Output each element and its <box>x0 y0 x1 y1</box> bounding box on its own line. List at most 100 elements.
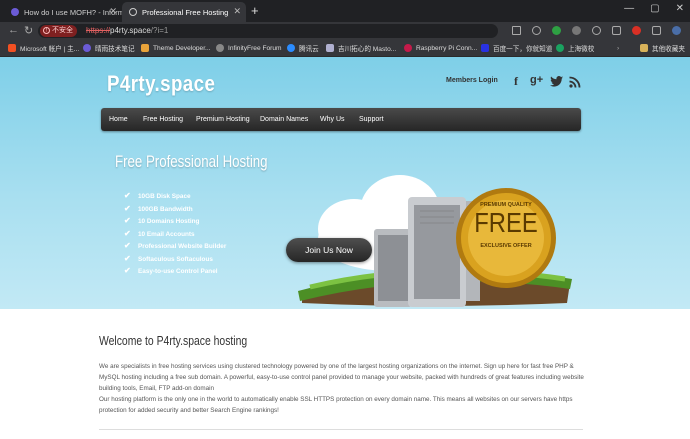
badge-main-text: FREE <box>474 207 538 238</box>
tab-title: How do I use MOFH? - Informal <box>24 7 122 17</box>
tab-mofh[interactable]: How do I use MOFH? - Informal ✕ <box>4 2 122 22</box>
bookmark-label: Microsoft 帐户 | 主... <box>20 46 80 53</box>
paragraph-ssl: Our hosting platform is the only one in … <box>99 396 573 414</box>
extension-gray-icon[interactable] <box>572 26 581 35</box>
microsoft-icon <box>8 44 16 52</box>
nav-support[interactable]: Support <box>359 108 384 131</box>
feature-label: Professional Website Builder <box>138 243 227 250</box>
minimize-icon[interactable]: — <box>624 3 634 14</box>
collections-icon[interactable] <box>612 26 621 35</box>
bookmark-baidu[interactable]: 百度一下，你就知道 <box>481 40 552 56</box>
close-window-icon[interactable]: ✕ <box>676 3 684 14</box>
back-icon[interactable]: ← <box>8 24 19 36</box>
checkmark-icon: ✔ <box>124 253 131 263</box>
favorites-icon[interactable] <box>592 26 601 35</box>
bookmark-shanghai-weixiao[interactable]: 上海微校 <box>556 40 594 56</box>
bookmark-infinityfree-forum[interactable]: InfinityFree Forum <box>216 40 282 56</box>
members-login-link[interactable]: Members Login <box>446 77 498 84</box>
google-plus-icon[interactable]: g+ <box>530 74 543 86</box>
feature-item: ✔ 10GB Disk Space <box>124 191 226 206</box>
checkmark-icon: ✔ <box>124 241 131 250</box>
intro-paragraph: We are specialists in free hosting servi… <box>99 361 591 416</box>
maximize-icon[interactable]: ▢ <box>650 3 659 14</box>
close-tab-icon[interactable]: ✕ <box>109 6 117 17</box>
feature-label: 10 Domains Hosting <box>138 218 200 225</box>
bookmarks-bar: Microsoft 帐户 | 主... 晴雨技术笔记 Theme Develop… <box>0 40 690 57</box>
tab-strip: How do I use MOFH? - Informal ✕ Professi… <box>0 0 690 22</box>
folder-icon <box>640 44 648 52</box>
reader-mode-icon[interactable] <box>512 26 521 35</box>
feature-item: ✔ 10 Domains Hosting <box>124 216 226 231</box>
feature-item: ✔ Professional Website Builder <box>124 241 227 256</box>
bookmark-label: 上海微校 <box>568 46 595 53</box>
hero-section: P4rty.space Members Login f g+ Home Free… <box>0 57 690 309</box>
url-protocol: https:// <box>86 26 111 35</box>
hero-title: Free Professional Hosting <box>115 152 268 171</box>
nav-domain-names[interactable]: Domain Names <box>260 108 308 131</box>
page-viewport: P4rty.space Members Login f g+ Home Free… <box>0 57 690 439</box>
warning-icon: ! <box>43 27 50 34</box>
bookmarks-overflow-chevron-icon[interactable]: › <box>617 40 619 56</box>
other-bookmarks[interactable]: 其他收藏夹 <box>640 40 685 56</box>
extension-green-icon[interactable] <box>552 26 561 35</box>
extensions-puzzle-icon[interactable] <box>652 26 661 35</box>
browser-toolbar: ← ↻ ! 不安全 https://p4rty.space/?i=1 ··· <box>0 22 690 40</box>
facebook-icon[interactable]: f <box>514 74 518 89</box>
extension-icons: ··· <box>512 26 690 35</box>
new-tab-button[interactable]: + <box>251 3 259 18</box>
favorite-star-icon[interactable] <box>532 26 541 35</box>
checkmark-icon: ✔ <box>124 191 131 200</box>
bookmark-favicon-icon <box>141 44 149 52</box>
window-controls: — ▢ ✕ <box>624 3 684 14</box>
hero-illustration <box>298 175 572 307</box>
rss-icon[interactable] <box>569 76 581 88</box>
close-tab-icon[interactable]: ✕ <box>233 6 241 17</box>
main-navigation: Home Free Hosting Premium Hosting Domain… <box>101 108 581 131</box>
tab-professional-free-hosting[interactable]: Professional Free Hosting ✕ <box>122 2 246 22</box>
bookmark-raspberry-pi[interactable]: Raspberry Pi Conn... <box>404 40 477 56</box>
bookmark-tencent-cloud[interactable]: 腾讯云 <box>287 40 319 56</box>
bookmark-label: 晴雨技术笔记 <box>95 46 135 53</box>
nav-premium-hosting[interactable]: Premium Hosting <box>196 108 250 131</box>
other-bookmarks-label: 其他收藏夹 <box>652 46 685 53</box>
extension-red-icon[interactable] <box>632 26 641 35</box>
checkmark-icon: ✔ <box>124 266 131 275</box>
not-secure-label: 不安全 <box>52 27 73 34</box>
infinity-icon <box>216 44 224 52</box>
bookmark-microsoft[interactable]: Microsoft 帐户 | 主... <box>8 40 79 56</box>
site-logo[interactable]: P4rty.space <box>107 71 215 97</box>
bookmark-label: InfinityFree Forum <box>228 44 282 52</box>
avatar[interactable] <box>672 26 681 35</box>
bookmark-mastodon[interactable]: 吉川拓心的 Masto... <box>326 40 396 56</box>
bookmark-favicon-icon <box>556 44 564 52</box>
url-host: p4rty.space <box>110 26 151 35</box>
feature-item: ✔ Softaculous Softaculous <box>124 253 226 269</box>
reload-icon[interactable]: ↻ <box>24 24 33 37</box>
nav-home[interactable]: Home <box>109 108 128 131</box>
url-text[interactable]: https://p4rty.space/?i=1 <box>86 24 168 38</box>
feature-label: Easy-to-use Control Panel <box>138 268 218 275</box>
nav-why-us[interactable]: Why Us <box>320 108 345 131</box>
url-path: /?i=1 <box>150 26 169 35</box>
welcome-title: Welcome to P4rty.space hosting <box>99 333 248 348</box>
baidu-icon <box>481 44 489 52</box>
tab-title: Professional Free Hosting <box>142 7 229 17</box>
bookmark-label: Raspberry Pi Conn... <box>416 44 478 52</box>
badge-bottom-text: EXCLUSIVE OFFER <box>480 243 532 249</box>
not-secure-badge[interactable]: ! 不安全 <box>40 25 77 37</box>
raspberry-icon <box>404 44 412 52</box>
join-us-now-button[interactable]: Join Us Now <box>286 238 372 262</box>
bookmark-favicon-icon <box>326 44 334 52</box>
divider <box>99 429 583 430</box>
feature-item: ✔ 100GB Bandwidth <box>124 204 226 219</box>
bookmark-theme-developer[interactable]: Theme Developer... <box>141 40 211 56</box>
paragraph-specialists: We are specialists in free hosting servi… <box>99 363 584 392</box>
feature-item: ✔ Easy-to-use Control Panel <box>124 266 226 281</box>
twitter-icon[interactable] <box>550 76 564 87</box>
address-bar[interactable]: ! 不安全 https://p4rty.space/?i=1 <box>38 24 498 38</box>
nav-free-hosting[interactable]: Free Hosting <box>143 108 183 131</box>
bookmark-qingyu[interactable]: 晴雨技术笔记 <box>83 40 135 56</box>
feature-list: ✔ 10GB Disk Space ✔ 100GB Bandwidth ✔ 10 Do… <box>124 191 227 281</box>
bookmark-label: 吉川拓心的 Masto... <box>338 46 397 53</box>
forum-favicon-icon <box>11 8 19 16</box>
